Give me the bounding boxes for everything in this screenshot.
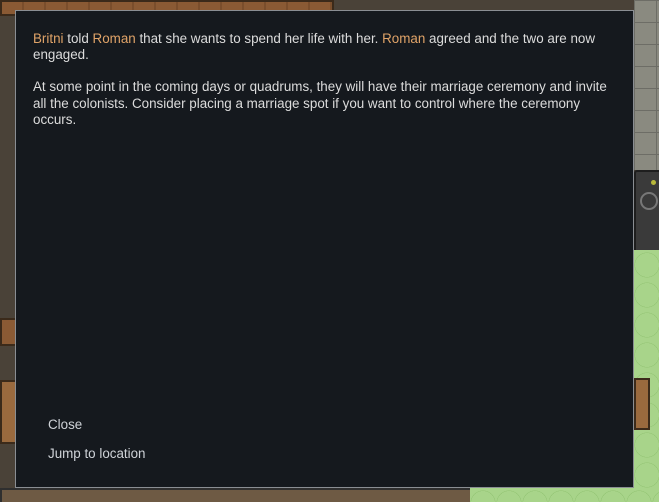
pawn-name-roman[interactable]: Roman (382, 31, 425, 46)
letter-paragraph-engagement: Britni told Roman that she wants to spen… (33, 31, 613, 63)
letter-text: that she wants to spend her life with he… (135, 31, 383, 46)
grass-area (634, 250, 659, 502)
indicator-light-icon (651, 180, 656, 185)
grass-bottom (470, 488, 659, 502)
machine-block (634, 170, 659, 254)
dial-icon (640, 192, 658, 210)
jump-to-location-option[interactable]: Jump to location (48, 446, 146, 461)
pawn-name-britni[interactable]: Britni (33, 31, 64, 46)
tile-floor-right (634, 0, 659, 170)
letter-paragraph-ceremony: At some point in the coming days or quad… (33, 79, 607, 127)
wooden-door-right (634, 378, 650, 430)
letter-text: told (63, 31, 93, 46)
pawn-name-roman[interactable]: Roman (93, 31, 136, 46)
close-option[interactable]: Close (48, 417, 82, 432)
letter-message: Britni told Roman that she wants to spen… (33, 31, 613, 144)
letter-dialog: Britni told Roman that she wants to spen… (15, 10, 634, 488)
